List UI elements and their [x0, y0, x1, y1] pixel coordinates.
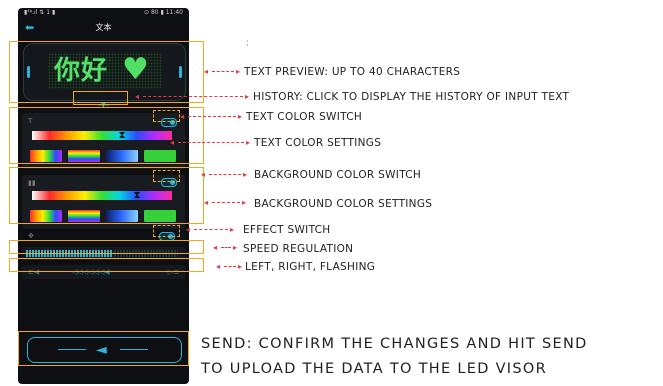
- label-effect-switch: EFFECT SWITCH: [243, 224, 331, 236]
- highlight-bg-switch: [153, 170, 180, 182]
- highlight-history: [73, 91, 128, 105]
- label-bg-color-settings: BACKGROUND COLOR SETTINGS: [254, 198, 433, 210]
- arrow-effect: ◂ ▸: [186, 225, 234, 234]
- arrow-bg-switch: ◂ ▸: [201, 170, 247, 179]
- label-text-color-switch: TEXT COLOR SWITCH: [246, 111, 363, 123]
- highlight-send: [18, 331, 189, 366]
- highlight-direction: [9, 258, 204, 272]
- arrow-direction: ◂ ▸: [216, 262, 242, 271]
- nav-bar: ⬅ 文本: [18, 21, 189, 35]
- label-text-preview: TEXT PREVIEW: UP TO 40 CHARACTERS: [244, 66, 461, 78]
- label-send-line1: SEND: CONFIRM THE CHANGES AND HIT SEND: [201, 336, 588, 352]
- status-right: ⊙ 80 ▮ 11:40: [144, 9, 183, 16]
- label-text-color-settings: TEXT COLOR SETTINGS: [254, 137, 382, 149]
- highlight-speed: [9, 240, 204, 254]
- arrow-text-settings: ◂ ▸: [170, 138, 250, 147]
- status-bar: ▮⁴ᵍ.ıl ⇅ 1 ▮ ⊙ 80 ▮ 11:40: [18, 8, 189, 18]
- stray-mark: ;: [246, 38, 250, 48]
- effect-icon: ✥: [28, 232, 34, 240]
- highlight-text-switch: [153, 110, 180, 122]
- arrow-speed: ◂ ▸: [213, 243, 237, 252]
- arrow-text-switch: ◂ ▸: [180, 112, 242, 121]
- label-history: HISTORY: CLICK TO DISPLAY THE HISTORY OF…: [253, 91, 570, 103]
- label-speed: SPEED REGULATION: [243, 243, 354, 255]
- highlight-effect-switch: [153, 225, 180, 237]
- arrow-preview: ◂ ▸: [204, 67, 240, 76]
- label-bg-color-switch: BACKGROUND COLOR SWITCH: [254, 169, 422, 181]
- arrow-history: ◂ ▸: [135, 92, 249, 101]
- arrow-bg-settings: ◂ ▸: [204, 198, 246, 207]
- status-left: ▮⁴ᵍ.ıl ⇅ 1 ▮: [24, 9, 56, 16]
- label-direction: LEFT, RIGHT, FLASHING: [245, 261, 376, 273]
- label-send-line2: TO UPLOAD THE DATA TO THE LED VISOR: [201, 361, 547, 377]
- page-title: 文本: [95, 23, 112, 32]
